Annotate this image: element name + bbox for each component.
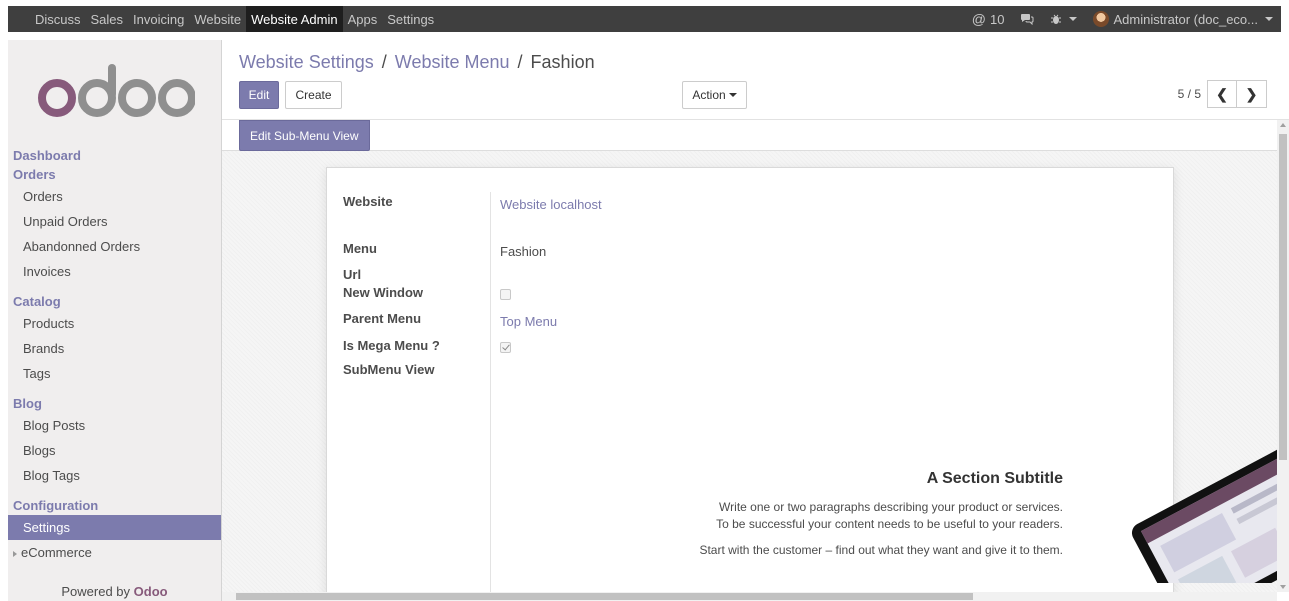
parent-menu-label: Parent Menu: [343, 311, 422, 326]
at-icon: @: [971, 11, 987, 27]
top-navbar: Discuss Sales Invoicing Website Website …: [0, 0, 1289, 40]
sidebar-menu: Dashboard Orders Orders Unpaid Orders Ab…: [8, 140, 221, 565]
sidebar: odoo Dashboard Orders Orders Unpaid Orde…: [8, 40, 222, 601]
sidebar-item-label: eCommerce: [21, 545, 92, 560]
messages-count: 10: [990, 11, 1005, 27]
new-window-label: New Window: [343, 285, 424, 300]
action-dropdown[interactable]: Action: [682, 81, 747, 109]
breadcrumb-website-settings[interactable]: Website Settings: [239, 52, 374, 72]
sidebar-item-brands[interactable]: Brands: [8, 336, 221, 361]
caret-right-icon: [13, 550, 17, 557]
pager-value[interactable]: 5 / 5: [1178, 87, 1201, 101]
sidebar-item-blogs[interactable]: Blogs: [8, 438, 221, 463]
pager: 5 / 5 ❮ ❯: [1178, 80, 1267, 108]
menu-label: Menu: [343, 241, 377, 256]
bug-icon: [1051, 14, 1062, 24]
scroll-up-icon[interactable]: [1280, 123, 1286, 127]
horizontal-scrollbar[interactable]: [222, 592, 1277, 601]
chevron-down-icon: [1069, 17, 1078, 21]
edit-submenu-view-button[interactable]: Edit Sub-Menu View: [239, 120, 370, 151]
app-menu-apps[interactable]: Apps: [343, 6, 383, 32]
breadcrumb-current: Fashion: [530, 52, 595, 72]
vertical-scrollbar[interactable]: [1277, 120, 1289, 592]
new-window-checkbox[interactable]: [500, 289, 511, 300]
submenu-preview-paragraph: To be successful your content needs to b…: [716, 517, 1063, 531]
action-label: Action: [692, 88, 726, 102]
powered-by-text: Powered by: [61, 584, 131, 599]
submenu-preview-subtitle: A Section Subtitle: [926, 470, 1063, 487]
debug-menu-button[interactable]: [1042, 13, 1085, 25]
website-label: Website: [343, 194, 393, 209]
app-menu-website-admin[interactable]: Website Admin: [246, 6, 343, 32]
sidebar-heading-blog[interactable]: Blog: [8, 394, 221, 413]
sidebar-heading-configuration[interactable]: Configuration: [8, 496, 221, 515]
app-menu-sales[interactable]: Sales: [86, 6, 129, 32]
chevron-right-icon: ❯: [1245, 85, 1258, 102]
odoo-logo: [37, 64, 195, 117]
checkmark-icon: [502, 342, 510, 351]
breadcrumb-website-menu[interactable]: Website Menu: [395, 52, 510, 72]
create-button[interactable]: Create: [285, 81, 342, 109]
mega-menu-label: Is Mega Menu ?: [343, 338, 440, 353]
chevron-left-icon: ❮: [1216, 85, 1228, 102]
tablet-image: [1131, 433, 1277, 583]
submenu-view-label: SubMenu View: [343, 362, 435, 377]
sidebar-item-orders[interactable]: Orders: [8, 184, 221, 209]
submenu-preview-paragraph: Write one or two paragraphs describing y…: [719, 500, 1063, 514]
app-menu-website[interactable]: Website: [189, 6, 246, 32]
avatar: [1093, 11, 1110, 27]
sidebar-item-unpaid-orders[interactable]: Unpaid Orders: [8, 209, 221, 234]
user-name: Administrator (doc_eco...: [1113, 11, 1258, 27]
scroll-down-icon[interactable]: [1280, 585, 1286, 589]
parent-menu-field[interactable]: Top Menu: [500, 314, 557, 329]
control-panel: Website Settings / Website Menu / Fashio…: [222, 40, 1289, 120]
breadcrumb: Website Settings / Website Menu / Fashio…: [239, 52, 595, 73]
url-label: Url: [343, 267, 362, 282]
sidebar-item-blog-tags[interactable]: Blog Tags: [8, 463, 221, 488]
logo[interactable]: odoo: [8, 40, 221, 140]
menu-field[interactable]: Fashion: [500, 244, 546, 259]
mega-menu-checkbox[interactable]: [500, 342, 511, 353]
sidebar-heading-orders[interactable]: Orders: [8, 165, 221, 184]
top-navbar-inner: Discuss Sales Invoicing Website Website …: [8, 6, 1281, 32]
chat-button[interactable]: [1012, 13, 1042, 25]
chat-icon: [1021, 14, 1034, 25]
scrollbar-thumb[interactable]: [236, 593, 973, 600]
app-menu-invoicing[interactable]: Invoicing: [128, 6, 189, 32]
edit-button[interactable]: Edit: [239, 81, 279, 109]
form-statusbar: Edit Sub-Menu View: [222, 120, 1277, 151]
app-menu-discuss[interactable]: Discuss: [30, 6, 86, 32]
powered-by-link[interactable]: Odoo: [134, 584, 168, 599]
form-view: Edit Sub-Menu View Website Website local…: [222, 120, 1277, 592]
sidebar-item-dashboard[interactable]: Dashboard: [8, 146, 221, 165]
website-field[interactable]: Website localhost: [500, 197, 602, 212]
sidebar-item-tags[interactable]: Tags: [8, 361, 221, 386]
user-menu[interactable]: Administrator (doc_eco...: [1085, 11, 1281, 27]
sidebar-item-products[interactable]: Products: [8, 311, 221, 336]
pager-buttons: ❮ ❯: [1207, 80, 1267, 108]
breadcrumb-separator: /: [376, 52, 387, 72]
form-sheet: Website Website localhost Menu Fashion U…: [326, 167, 1277, 592]
messages-button[interactable]: @ 10: [964, 11, 1013, 27]
sidebar-item-ecommerce[interactable]: eCommerce: [8, 540, 221, 565]
systray: @ 10 Administrator (doc_eco...: [964, 6, 1281, 32]
sidebar-item-settings[interactable]: Settings: [8, 515, 221, 540]
submenu-preview-paragraph: Start with the customer – find out what …: [699, 543, 1063, 557]
chevron-down-icon: [1265, 17, 1273, 21]
breadcrumb-separator: /: [512, 52, 523, 72]
sidebar-heading-catalog[interactable]: Catalog: [8, 292, 221, 311]
field-divider: [490, 192, 491, 592]
sidebar-item-invoices[interactable]: Invoices: [8, 259, 221, 284]
sidebar-item-blog-posts[interactable]: Blog Posts: [8, 413, 221, 438]
scrollbar-thumb[interactable]: [1279, 134, 1287, 460]
powered-by: Powered by Odoo: [8, 583, 221, 601]
chevron-down-icon: [728, 93, 737, 97]
app-menu-settings[interactable]: Settings: [382, 6, 439, 32]
sidebar-item-abandonned-orders[interactable]: Abandonned Orders: [8, 234, 221, 259]
pager-next-button[interactable]: ❯: [1237, 80, 1267, 108]
pager-previous-button[interactable]: ❮: [1207, 80, 1237, 108]
app-menu: Discuss Sales Invoicing Website Website …: [8, 6, 439, 32]
